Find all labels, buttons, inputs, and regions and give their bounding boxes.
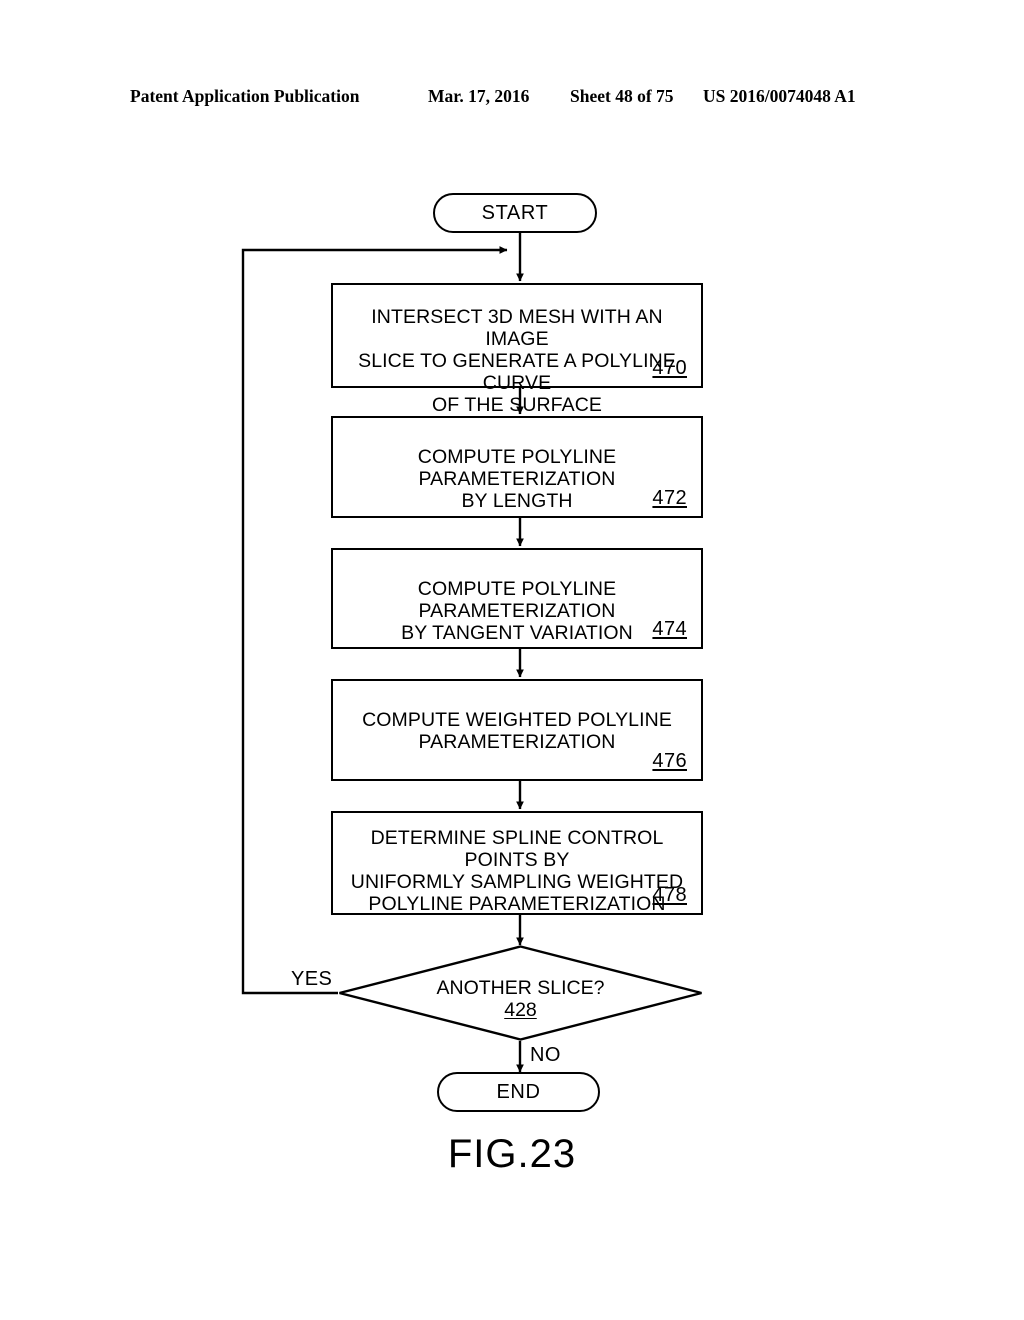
- process-box-476-ref: 476: [652, 750, 687, 772]
- process-box-470-text: INTERSECT 3D MESH WITH AN IMAGE SLICE TO…: [358, 306, 676, 416]
- process-box-470-ref: 470: [652, 357, 687, 379]
- flowchart-diagram: START INTERSECT 3D MESH WITH AN IMAGE SL…: [0, 0, 1024, 1320]
- process-box-478[interactable]: DETERMINE SPLINE CONTROL POINTS BY UNIFO…: [331, 811, 703, 915]
- process-box-476[interactable]: COMPUTE WEIGHTED POLYLINE PARAMETERIZATI…: [331, 679, 703, 781]
- end-terminal[interactable]: END: [437, 1072, 600, 1112]
- decision-diamond-428[interactable]: ANOTHER SLICE? 428: [338, 945, 703, 1041]
- figure-caption: FIG.23: [447, 1132, 577, 1176]
- decision-diamond-428-text: ANOTHER SLICE?: [436, 977, 605, 999]
- process-box-472[interactable]: COMPUTE POLYLINE PARAMETERIZATION BY LEN…: [331, 416, 703, 518]
- edge-label-yes: YES: [291, 968, 333, 990]
- process-box-476-text: COMPUTE WEIGHTED POLYLINE PARAMETERIZATI…: [362, 709, 672, 753]
- process-box-478-ref: 478: [652, 884, 687, 906]
- start-terminal[interactable]: START: [433, 193, 597, 233]
- process-box-472-text: COMPUTE POLYLINE PARAMETERIZATION BY LEN…: [417, 446, 617, 512]
- process-box-472-ref: 472: [652, 487, 687, 509]
- process-box-478-text: DETERMINE SPLINE CONTROL POINTS BY UNIFO…: [350, 827, 684, 915]
- end-terminal-label: END: [496, 1080, 541, 1103]
- process-box-474-text: COMPUTE POLYLINE PARAMETERIZATION BY TAN…: [401, 578, 633, 644]
- start-terminal-label: START: [481, 201, 549, 224]
- decision-diamond-428-ref: 428: [504, 999, 537, 1021]
- process-box-474[interactable]: COMPUTE POLYLINE PARAMETERIZATION BY TAN…: [331, 548, 703, 649]
- process-box-474-ref: 474: [652, 618, 687, 640]
- process-box-470[interactable]: INTERSECT 3D MESH WITH AN IMAGE SLICE TO…: [331, 283, 703, 416]
- edge-label-no: NO: [530, 1044, 561, 1066]
